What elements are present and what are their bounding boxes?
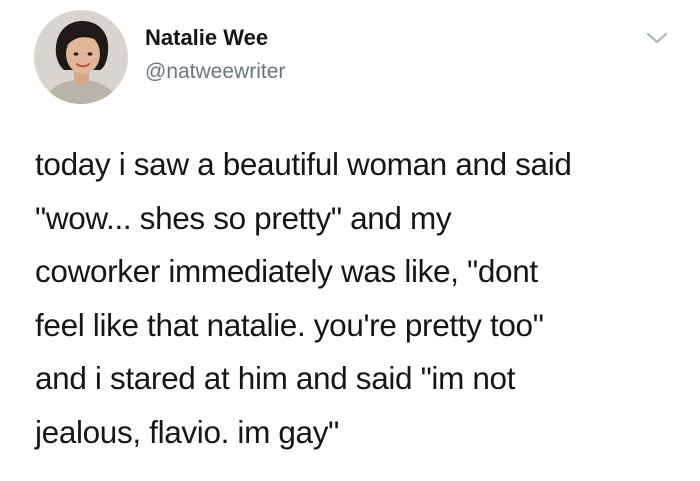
tweet-card: Natalie Wee @natweewriter today i saw a … — [0, 0, 700, 481]
avatar[interactable] — [34, 10, 128, 104]
profile-photo-icon — [34, 10, 128, 104]
tweet-text-line: feel like that natalie. you're pretty to… — [35, 306, 544, 343]
tweet-text-line: "wow... shes so pretty" and my — [35, 199, 452, 236]
tweet-text-line: and i stared at him and said "im not — [35, 360, 516, 396]
tweet-text-line: today i saw a beautiful woman and said — [35, 146, 572, 182]
author-display-name[interactable]: Natalie Wee — [145, 24, 268, 52]
tweet-text: today i saw a beautiful woman and said "… — [35, 138, 685, 459]
tweet-text-line: jealous, flavio. im gay" — [35, 413, 339, 450]
chevron-down-icon[interactable] — [644, 28, 670, 48]
tweet-text-line: coworker immediately was like, "dont — [35, 253, 538, 289]
author-handle[interactable]: @natweewriter — [145, 58, 285, 86]
